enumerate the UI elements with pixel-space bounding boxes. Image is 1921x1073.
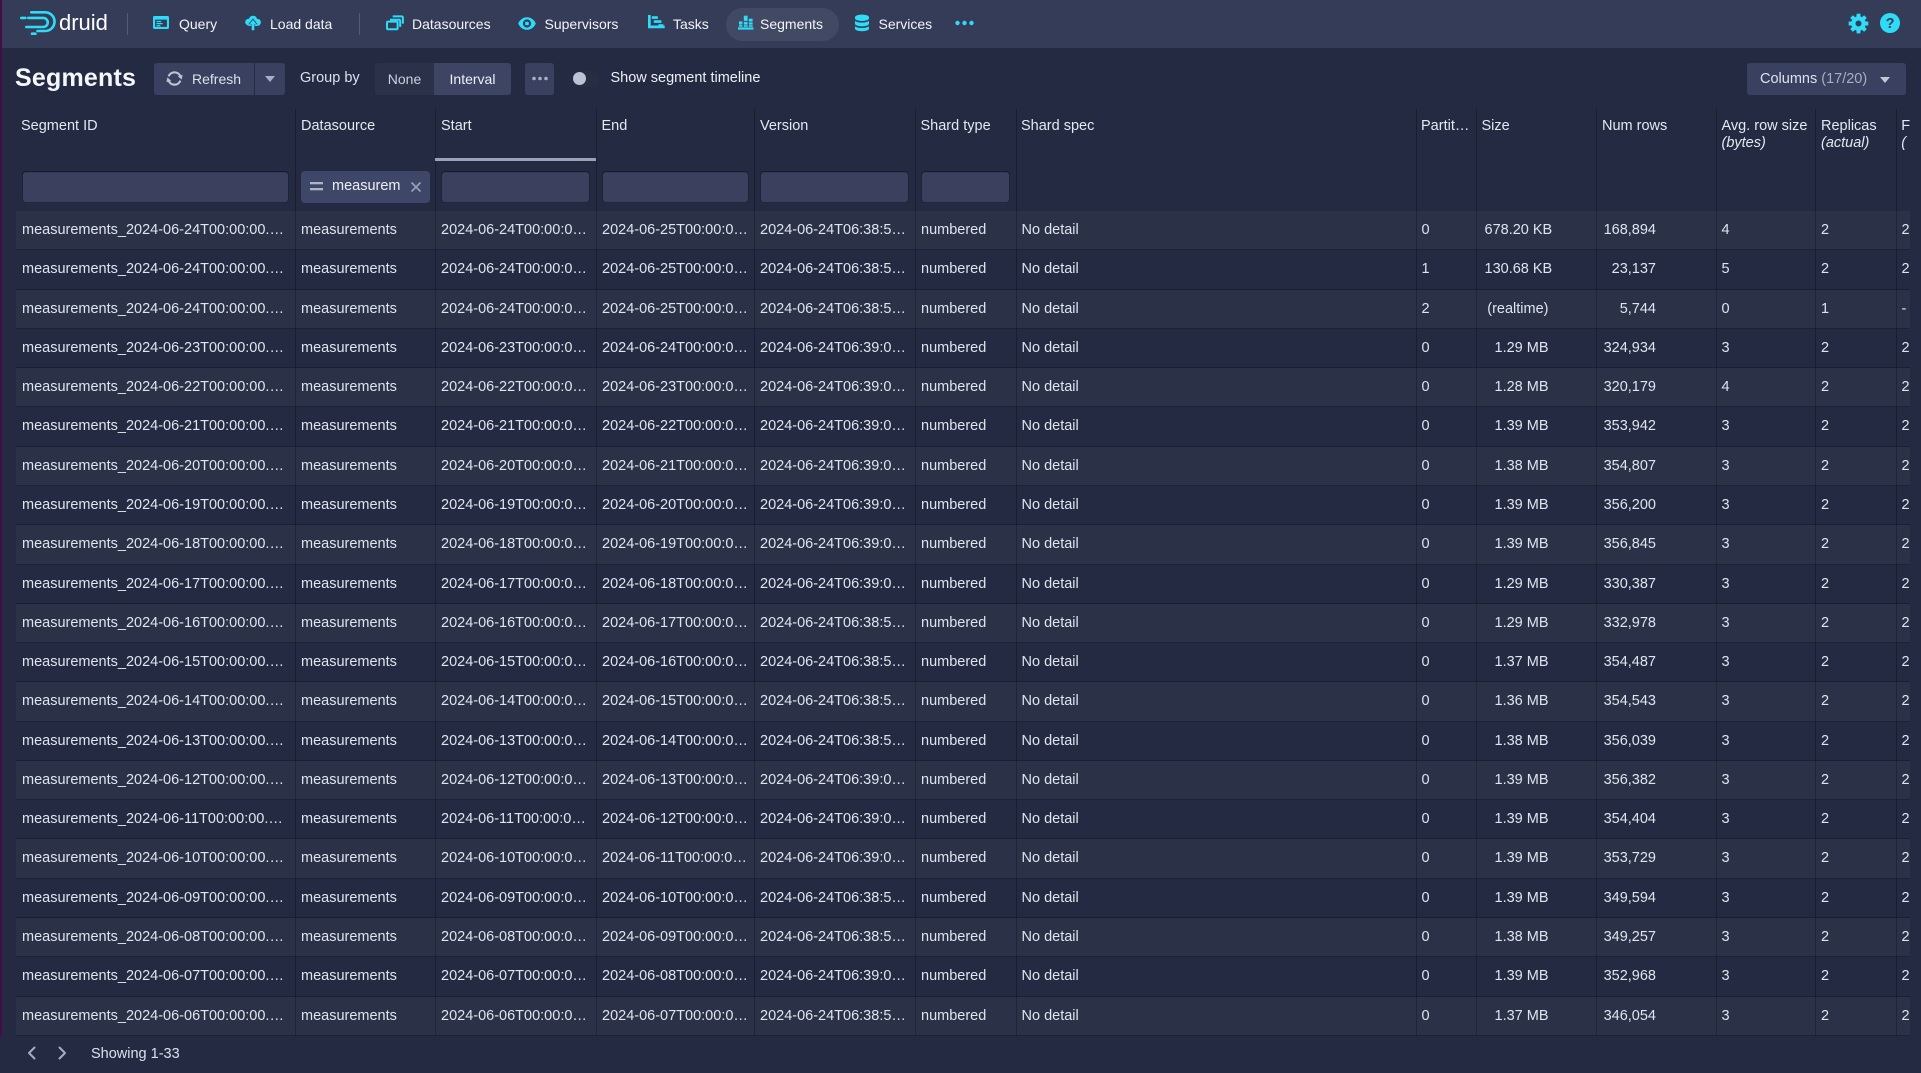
svg-text:?: ? xyxy=(1886,16,1895,32)
